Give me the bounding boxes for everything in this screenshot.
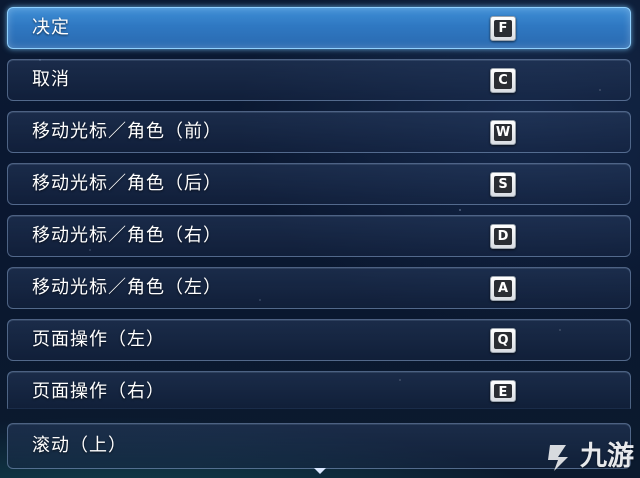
binding-label: 取消 — [32, 69, 70, 90]
scroll-down-arrow-icon[interactable] — [314, 468, 326, 474]
jiuyou-logo-icon — [548, 445, 568, 471]
key-letter: F — [494, 20, 512, 37]
binding-label: 移动光标／角色（前） — [32, 121, 222, 142]
binding-label: 决定 — [32, 17, 70, 38]
watermark-text: 九游 — [580, 441, 634, 472]
binding-row-confirm[interactable]: 决定 F — [7, 7, 631, 49]
key-letter: S — [494, 176, 512, 193]
key-cap[interactable]: S — [490, 172, 516, 197]
binding-label: 页面操作（左） — [32, 329, 165, 350]
binding-row-page-left[interactable]: 页面操作（左） Q — [7, 319, 631, 361]
binding-label: 移动光标／角色（右） — [32, 225, 222, 246]
binding-row-page-right[interactable]: 页面操作（右） E — [7, 371, 631, 409]
binding-row-move-forward[interactable]: 移动光标／角色（前） W — [7, 111, 631, 153]
key-cap[interactable]: F — [490, 16, 516, 41]
binding-row-move-right[interactable]: 移动光标／角色（右） D — [7, 215, 631, 257]
binding-label: 页面操作（右） — [32, 381, 165, 402]
binding-label: 移动光标／角色（左） — [32, 277, 222, 298]
key-letter: A — [494, 280, 512, 297]
watermark-logo: 九游 — [544, 437, 640, 478]
key-cap[interactable]: W — [490, 120, 516, 145]
key-cap[interactable]: D — [490, 224, 516, 249]
key-cap[interactable]: C — [490, 68, 516, 93]
key-cap[interactable]: A — [490, 276, 516, 301]
key-letter: C — [494, 72, 512, 89]
binding-row-move-left[interactable]: 移动光标／角色（左） A — [7, 267, 631, 309]
binding-row-cancel[interactable]: 取消 C — [7, 59, 631, 101]
key-cap[interactable]: E — [490, 380, 516, 402]
key-letter: W — [494, 124, 512, 141]
binding-row-scroll-up[interactable]: 滚动（上） — [7, 423, 631, 469]
binding-label: 移动光标／角色（后） — [32, 173, 222, 194]
key-letter: E — [494, 384, 512, 400]
key-letter: Q — [494, 332, 512, 349]
key-cap[interactable]: Q — [490, 328, 516, 353]
key-letter: D — [494, 228, 512, 245]
binding-label: 滚动（上） — [32, 435, 127, 456]
binding-row-move-back[interactable]: 移动光标／角色（后） S — [7, 163, 631, 205]
